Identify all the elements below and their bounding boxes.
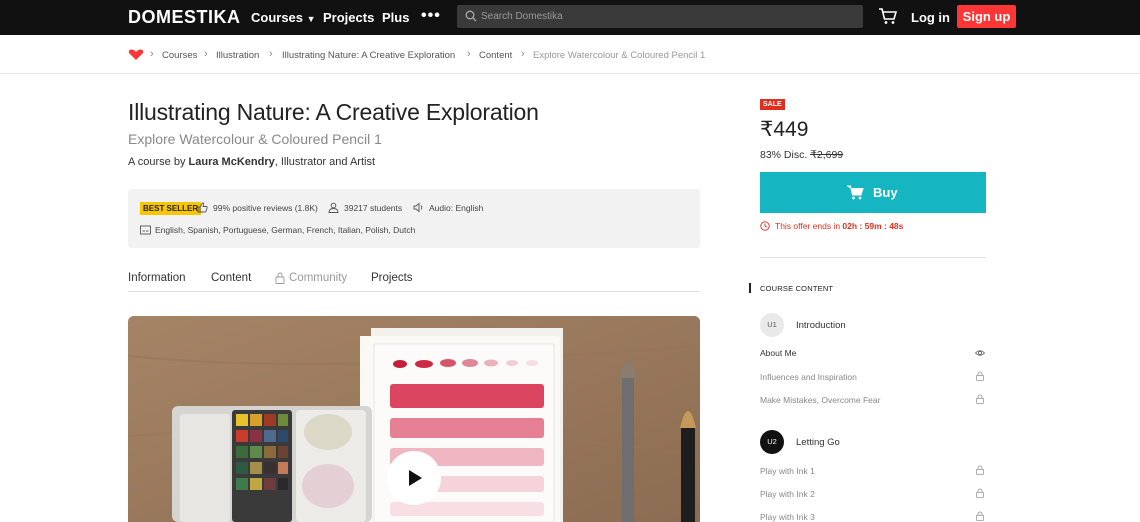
subtitles-icon [140,225,151,235]
author-link[interactable]: Laura McKendry [189,156,275,168]
original-price: ₹2,699 [810,149,844,161]
lock-icon [976,488,984,498]
cart-icon [847,185,864,200]
best-seller-badge: BEST SELLER [140,202,202,215]
search-box[interactable] [457,5,863,28]
signup-button[interactable]: Sign up [957,5,1016,28]
play-icon [409,470,422,486]
breadcrumb-courses[interactable]: Courses [162,50,197,61]
lesson-item[interactable]: Play with Ink 3 [760,512,815,522]
breadcrumb-separator-icon: › [467,48,471,60]
unit-badge: U1 [760,313,784,337]
audio-language: Audio: English [429,203,484,213]
nav-projects[interactable]: Projects [323,10,374,25]
nav-plus[interactable]: Plus [382,10,409,25]
login-link[interactable]: Log in [911,10,950,25]
reviews-text: 99% positive reviews (1.8K) [213,203,318,213]
speaker-icon [413,202,423,213]
tab-projects[interactable]: Projects [371,272,413,284]
buy-button[interactable]: Buy [760,172,986,213]
breadcrumb-separator-icon: › [521,48,525,60]
course-byline: A course by Laura McKendry, Illustrator … [128,156,375,168]
lock-icon [275,272,285,284]
subtitle-languages: English, Spanish, Portuguese, German, Fr… [155,225,416,235]
byline-prefix: A course by [128,156,189,168]
offer-prefix: This offer ends in [775,221,841,231]
breadcrumb: › Courses › Illustration › Illustrating … [0,35,1140,74]
tab-community[interactable]: Community [289,272,347,284]
byline-suffix: , Illustrator and Artist [274,156,376,168]
lock-icon [976,465,984,475]
breadcrumb-course[interactable]: Illustrating Nature: A Creative Explorat… [282,50,455,61]
sale-badge: SALE [760,99,785,110]
breadcrumb-content[interactable]: Content [479,50,512,61]
paint-pans [236,414,288,490]
course-tabs: Information Content Community Projects [128,272,700,292]
offer-countdown: This offer ends in 02h : 59m : 48s [760,221,903,231]
offer-timer: 02h : 59m : 48s [842,221,904,231]
lock-icon [976,371,984,381]
course-title: Illustrating Nature: A Creative Explorat… [128,99,539,125]
lesson-item[interactable]: Influences and Inspiration [760,372,857,382]
breadcrumb-current: Explore Watercolour & Coloured Pencil 1 [533,50,706,61]
breadcrumb-separator-icon: › [269,48,273,60]
nav-courses[interactable]: Courses ▼ [251,10,316,25]
students-count: 39217 students [344,203,403,213]
more-menu-icon[interactable]: ••• [421,7,441,25]
domestika-heart-icon[interactable] [128,49,144,61]
clock-icon [760,221,770,231]
course-info-box: BEST SELLER 99% positive reviews (1.8K) … [128,189,700,248]
search-icon [465,10,477,22]
video-player[interactable] [128,316,700,522]
tab-information[interactable]: Information [128,272,186,284]
lesson-subtitle: Explore Watercolour & Coloured Pencil 1 [128,131,382,147]
breadcrumb-separator-icon: › [150,48,154,60]
discount-percent: 83% Disc. [760,149,808,161]
lesson-item[interactable]: About Me [760,348,796,358]
current-price: ₹449 [760,118,809,141]
thumbs-up-icon [197,202,208,213]
lesson-item[interactable]: Play with Ink 2 [760,489,815,499]
eye-icon[interactable] [975,348,985,358]
course-content-heading: COURSE CONTENT [760,284,834,293]
breadcrumb-separator-icon: › [204,48,208,60]
lesson-item[interactable]: Play with Ink 1 [760,466,815,476]
buy-label: Buy [873,185,898,200]
lock-icon [976,394,984,404]
breadcrumb-illustration[interactable]: Illustration [216,50,259,61]
discount-info: 83% Disc. ₹2,699 [760,149,843,161]
unit-title[interactable]: Introduction [796,320,846,331]
nav-courses-label: Courses [251,10,304,25]
lesson-item[interactable]: Make Mistakes, Overcome Fear [760,395,880,405]
unit-title[interactable]: Letting Go [796,437,840,448]
domestika-logo[interactable]: DOMESTIKA [128,7,241,28]
unit-badge: U2 [760,430,784,454]
tab-content[interactable]: Content [211,272,251,284]
top-navigation-bar: DOMESTIKA Courses ▼ Projects Plus ••• Lo… [0,0,1140,35]
lock-icon [976,511,984,521]
play-button[interactable] [387,451,441,505]
search-input[interactable] [481,5,851,28]
divider [760,257,986,258]
user-icon [328,202,339,213]
section-marker [749,283,751,293]
chevron-down-icon: ▼ [306,14,316,24]
cart-icon[interactable] [878,7,898,25]
